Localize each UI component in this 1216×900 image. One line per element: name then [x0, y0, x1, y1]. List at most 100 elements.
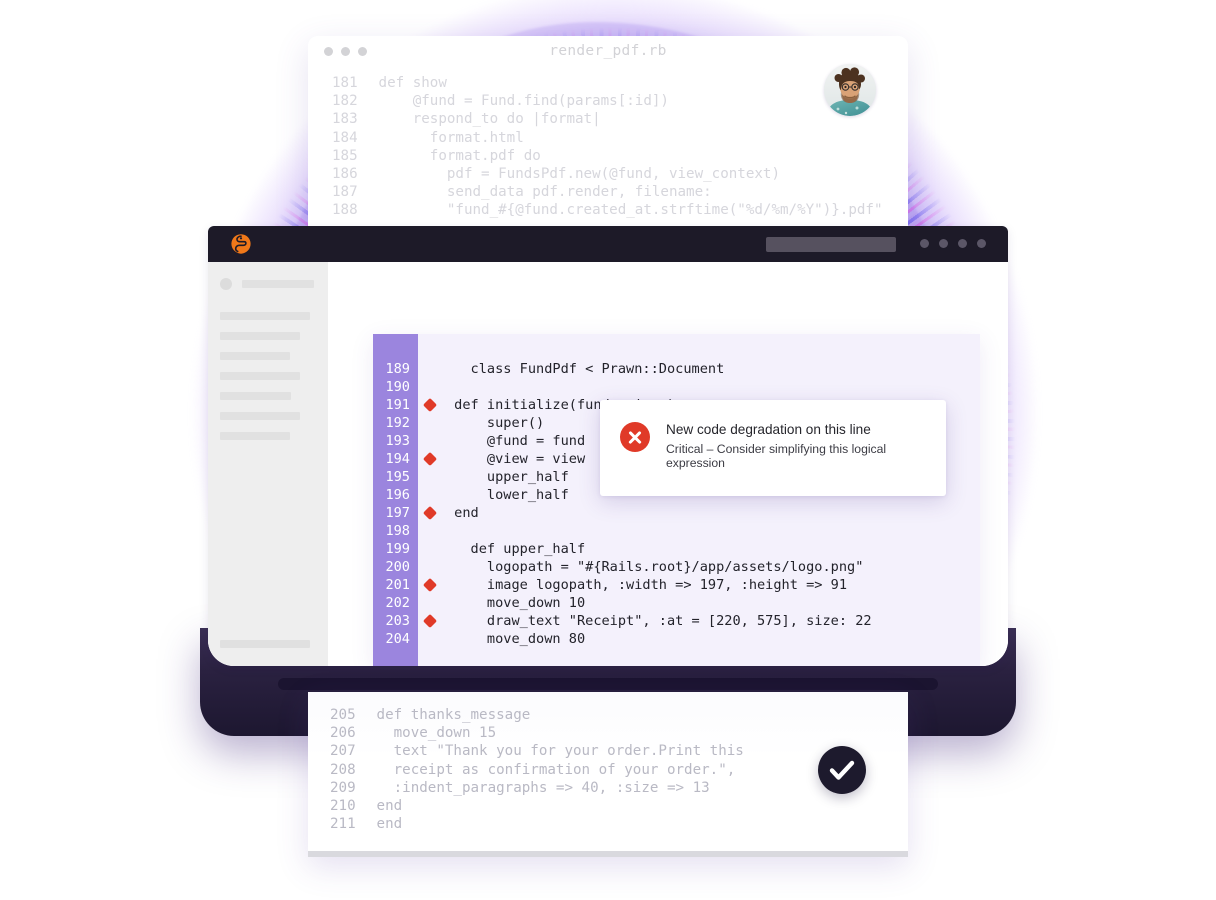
- line-number: 183: [332, 111, 358, 128]
- code-line[interactable]: logopath = "#{Rails.root}/app/assets/log…: [446, 558, 980, 576]
- app-sidebar: [208, 262, 328, 666]
- app-logo-icon[interactable]: [230, 233, 252, 255]
- code-line: 183 respond_to do |format|: [332, 111, 601, 128]
- editor-line-numbers: 189 190 191 192 193 194 195 196 197 198 199 200 201 2…: [373, 334, 418, 666]
- line-number: 209: [330, 779, 356, 796]
- code-line[interactable]: move_down 10: [446, 594, 980, 612]
- code-line[interactable]: def upper_half: [446, 540, 980, 558]
- sidebar-item[interactable]: [220, 412, 316, 420]
- issue-marker-slot: [418, 630, 446, 648]
- line-number: 194: [385, 451, 410, 467]
- line-number: 185: [332, 147, 358, 164]
- sidebar-item[interactable]: [220, 332, 316, 340]
- issue-marker-slot: [418, 522, 446, 540]
- line-number: 210: [330, 798, 356, 815]
- error-diamond-icon[interactable]: [422, 505, 438, 521]
- sidebar-avatar: [220, 278, 232, 290]
- code-line[interactable]: draw_text "Receipt", :at = [220, 575], s…: [446, 612, 980, 630]
- topbar-dot-3-icon[interactable]: [958, 239, 967, 248]
- line-number: 195: [385, 469, 410, 485]
- topbar-action-dots[interactable]: [920, 239, 986, 248]
- tooltip-subtitle: Critical – Consider simplifying this log…: [666, 442, 887, 470]
- code-line: 186 pdf = FundsPdf.new(@fund, view_conte…: [332, 166, 780, 183]
- line-number: 197: [385, 505, 410, 521]
- error-diamond-icon[interactable]: [422, 451, 438, 467]
- sidebar-item-label-skeleton: [220, 312, 310, 320]
- code-line: 210 end: [330, 798, 403, 815]
- line-number: 205: [330, 707, 356, 723]
- issue-marker-slot: [418, 558, 446, 576]
- sidebar-item-label-skeleton: [220, 372, 300, 380]
- line-number: 196: [385, 487, 410, 503]
- back-window-code: 181 def show 182 @fund = Fund.find(params…: [308, 70, 908, 220]
- code-line: 185 format.pdf do: [332, 147, 541, 164]
- sidebar-item-label-skeleton: [220, 432, 290, 440]
- line-number: 190: [385, 379, 410, 395]
- issue-marker-slot: [418, 486, 446, 504]
- confirm-check-button[interactable]: [818, 746, 866, 794]
- code-line[interactable]: move_down 80: [446, 630, 980, 648]
- line-number: 211: [330, 816, 356, 833]
- topbar-dot-4-icon[interactable]: [977, 239, 986, 248]
- window-titlebar: render_pdf.rb: [308, 36, 908, 70]
- topbar-dot-2-icon[interactable]: [939, 239, 948, 248]
- error-diamond-icon[interactable]: [422, 577, 438, 593]
- window-title: render_pdf.rb: [549, 43, 667, 59]
- issue-marker-slot[interactable]: [418, 504, 446, 522]
- sidebar-item-label-skeleton: [220, 352, 290, 360]
- app-topbar: [208, 226, 1008, 262]
- user-avatar[interactable]: [824, 64, 876, 116]
- avatar-photo-icon: [824, 64, 876, 116]
- code-line[interactable]: [446, 522, 980, 540]
- code-line[interactable]: [446, 378, 980, 396]
- sidebar-item[interactable]: [220, 392, 316, 400]
- sidebar-item[interactable]: [220, 372, 316, 380]
- editor-code-lines[interactable]: class FundPdf < Prawn::Document def init…: [446, 334, 980, 666]
- error-diamond-icon[interactable]: [422, 613, 438, 629]
- sidebar-item-label-skeleton: [220, 412, 300, 420]
- issue-marker-slot[interactable]: [418, 612, 446, 630]
- code-line: 188 "fund_#{@fund.created_at.strftime("%…: [332, 202, 883, 219]
- error-diamond-icon[interactable]: [422, 397, 438, 413]
- code-line: 184 format.html: [332, 129, 524, 146]
- topbar-dot-1-icon[interactable]: [920, 239, 929, 248]
- tooltip-title: New code degradation on this line: [666, 422, 871, 437]
- sidebar-footer-item[interactable]: [220, 640, 310, 648]
- sidebar-item[interactable]: [220, 432, 316, 440]
- sidebar-item[interactable]: [220, 352, 316, 360]
- sidebar-item-label-skeleton: [220, 332, 300, 340]
- line-number: 200: [385, 559, 410, 575]
- line-number: 208: [330, 761, 356, 778]
- code-line[interactable]: class FundPdf < Prawn::Document: [446, 360, 980, 378]
- sidebar-profile-row[interactable]: [220, 278, 316, 290]
- issue-marker-slot[interactable]: [418, 576, 446, 594]
- line-number: 206: [330, 725, 356, 742]
- editor-issue-markers[interactable]: [418, 334, 446, 666]
- issue-marker-slot: [418, 540, 446, 558]
- line-number: 187: [332, 184, 358, 201]
- line-number: 193: [385, 433, 410, 449]
- code-line[interactable]: image logopath, :width => 197, :height =…: [446, 576, 980, 594]
- code-line: 181 def show: [332, 75, 447, 91]
- issue-marker-slot: [418, 594, 446, 612]
- line-number: 204: [385, 631, 410, 647]
- line-number: 189: [385, 361, 410, 377]
- code-line[interactable]: end: [446, 504, 980, 522]
- sidebar-items: [220, 312, 316, 440]
- sidebar-item[interactable]: [220, 312, 316, 320]
- line-number: 192: [385, 415, 410, 431]
- search-input[interactable]: [766, 237, 896, 252]
- line-number: 203: [385, 613, 410, 629]
- issue-marker-slot: [418, 432, 446, 450]
- line-number: 201: [385, 577, 410, 593]
- line-number: 202: [385, 595, 410, 611]
- issue-marker-slot[interactable]: [418, 396, 446, 414]
- issue-marker-slot: [418, 378, 446, 396]
- sidebar-profile-label-skeleton: [242, 280, 314, 288]
- code-line: 206 move_down 15: [330, 725, 497, 742]
- code-line: 211 end: [330, 816, 403, 833]
- code-line: 182 @fund = Fund.find(params[:id]): [332, 93, 669, 110]
- code-editor-panel[interactable]: 189 190 191 192 193 194 195 196 197 198 199 200 201 2…: [373, 334, 980, 666]
- line-number: 186: [332, 166, 358, 183]
- issue-marker-slot[interactable]: [418, 450, 446, 468]
